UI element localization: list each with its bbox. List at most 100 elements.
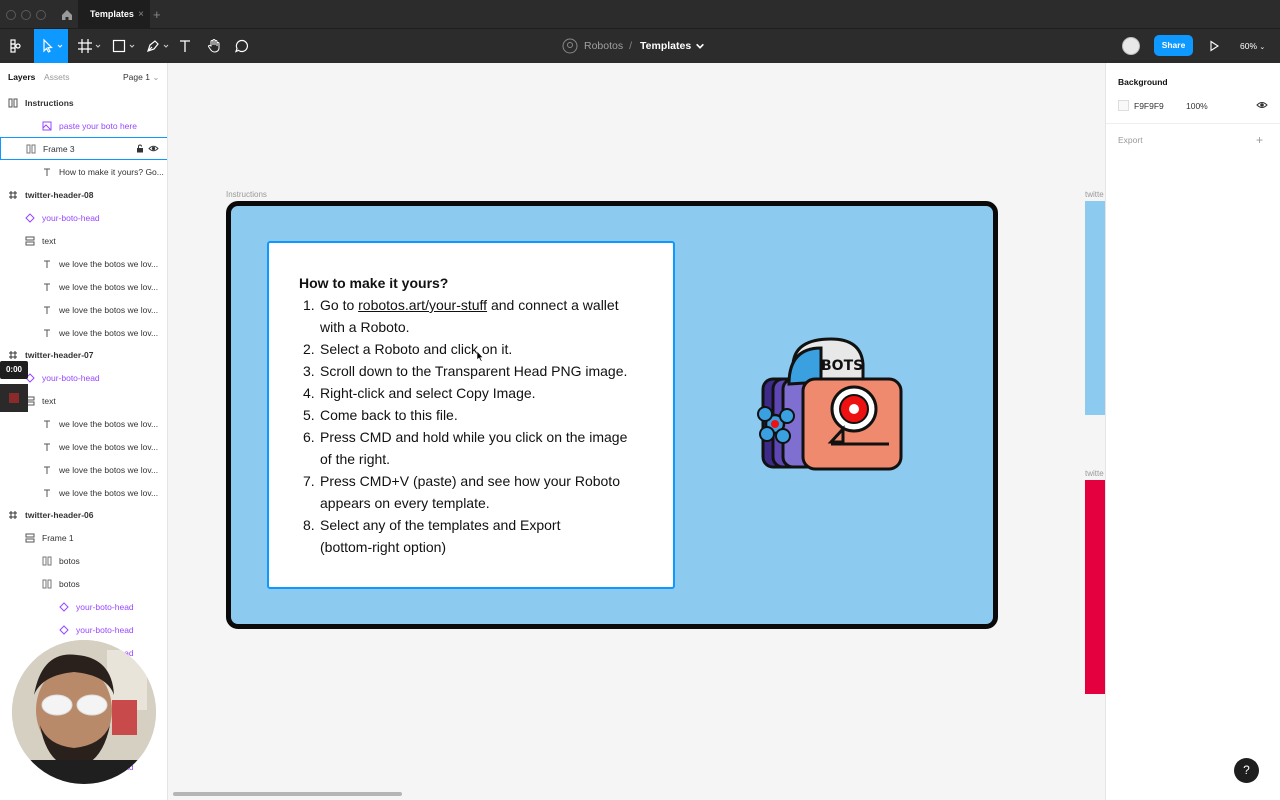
pen-tool-button[interactable] xyxy=(142,29,172,63)
background-color-swatch[interactable] xyxy=(1118,100,1129,111)
layer-label: twitter-header-06 xyxy=(25,509,94,520)
frame-label-twitter[interactable]: twitte xyxy=(1085,190,1104,199)
frame-label-twitter-2[interactable]: twitte xyxy=(1085,469,1104,478)
text-tool-button[interactable] xyxy=(176,29,194,63)
layer-row[interactable]: paste your boto here xyxy=(0,114,167,137)
eye-icon[interactable] xyxy=(148,144,159,153)
instructions-box[interactable]: How to make it yours? 1. Go to robotos.ar… xyxy=(267,241,675,589)
file-name[interactable]: Templates xyxy=(640,40,691,52)
chevron-down-icon xyxy=(95,44,101,48)
layer-row[interactable]: Frame 3 xyxy=(0,137,167,160)
frame-hash-icon xyxy=(9,190,17,199)
step-text: Right-click and select Copy Image. xyxy=(320,385,536,401)
layer-row[interactable]: Frame 1 xyxy=(0,526,167,549)
layer-row[interactable]: your-boto-head xyxy=(0,206,167,229)
chevron-down-icon xyxy=(163,44,169,48)
zoom-dropdown[interactable]: 60% ⌄ xyxy=(1240,29,1265,63)
tab-templates[interactable]: Templates × xyxy=(78,0,150,29)
maximize-window-button[interactable] xyxy=(36,10,46,20)
layer-label: Frame 1 xyxy=(42,532,74,543)
frame-tool-button[interactable] xyxy=(74,29,104,63)
instructions-frame[interactable]: How to make it yours? 1. Go to robotos.ar… xyxy=(226,201,998,629)
record-stop-button[interactable] xyxy=(0,384,28,412)
layer-row[interactable]: we love the botos we lov... xyxy=(0,298,167,321)
eye-icon[interactable] xyxy=(1256,100,1268,110)
chevron-down-icon[interactable] xyxy=(695,41,705,51)
layer-label: text xyxy=(42,395,56,406)
close-window-button[interactable] xyxy=(6,10,16,20)
twitter-header-frame-red[interactable] xyxy=(1085,480,1105,694)
comment-tool-button[interactable] xyxy=(232,29,252,63)
step-number: 5. xyxy=(303,407,315,423)
layer-row[interactable]: your-boto-head xyxy=(0,618,167,641)
layer-row[interactable]: we love the botos we lov... xyxy=(0,481,167,504)
text-icon xyxy=(44,329,50,337)
layer-row[interactable]: botos xyxy=(0,572,167,595)
frame-icon xyxy=(42,556,52,565)
tab-close-icon[interactable]: × xyxy=(138,0,144,29)
layer-row[interactable]: twitter-header-06 xyxy=(0,503,167,526)
presenter-video-image xyxy=(12,640,156,784)
group-icon xyxy=(25,236,35,245)
frame-icon xyxy=(42,579,52,588)
layer-row[interactable]: How to make it yours? Go... xyxy=(0,160,167,183)
step-text-cont: and connect a wallet xyxy=(487,297,619,313)
layer-label: we love the botos we lov... xyxy=(59,464,159,475)
instruction-step: 5. Come back to this file. xyxy=(299,404,643,426)
share-button[interactable]: Share xyxy=(1154,35,1193,56)
layer-row[interactable]: we love the botos we lov... xyxy=(0,412,167,435)
text-icon xyxy=(44,283,50,291)
unlock-icon[interactable] xyxy=(136,144,144,153)
layer-label: botos xyxy=(59,555,80,566)
pen-icon xyxy=(147,40,159,52)
move-tool-button[interactable] xyxy=(34,29,68,63)
recording-timer: 0:00 xyxy=(0,361,28,379)
page-selector[interactable]: Page 1 ⌄ xyxy=(123,72,159,83)
help-button[interactable]: ? xyxy=(1234,758,1259,783)
background-opacity-input[interactable]: 100% xyxy=(1186,101,1208,111)
roboto-head-image[interactable]: BOTS xyxy=(751,334,911,484)
layer-row[interactable]: twitter-header-08 xyxy=(0,183,167,206)
user-avatar[interactable] xyxy=(1122,37,1140,55)
project-name[interactable]: Robotos xyxy=(584,40,623,52)
component-icon xyxy=(59,624,69,635)
chevron-down-icon xyxy=(57,44,63,48)
layer-label: How to make it yours? Go... xyxy=(59,166,164,177)
main-menu-button[interactable] xyxy=(4,29,28,63)
layer-row[interactable]: botos xyxy=(0,549,167,572)
layer-row[interactable]: we love the botos we lov... xyxy=(0,321,167,344)
layer-row[interactable]: we love the botos we lov... xyxy=(0,458,167,481)
component-icon xyxy=(59,601,69,612)
twitter-header-frame-blue[interactable] xyxy=(1085,201,1105,415)
layer-row[interactable]: we love the botos we lov... xyxy=(0,275,167,298)
group-icon xyxy=(25,533,35,542)
robotos-link[interactable]: robotos.art/your-stuff xyxy=(358,297,487,313)
layer-row[interactable]: we love the botos we lov... xyxy=(0,252,167,275)
minimize-window-button[interactable] xyxy=(21,10,31,20)
home-icon[interactable] xyxy=(60,8,74,22)
layer-row[interactable]: we love the botos we lov... xyxy=(0,435,167,458)
layer-label: twitter-header-08 xyxy=(25,189,94,200)
present-play-icon[interactable] xyxy=(1208,40,1220,52)
horizontal-scrollbar[interactable] xyxy=(173,792,402,796)
tab-layers[interactable]: Layers xyxy=(8,72,35,82)
webcam-overlay xyxy=(12,640,156,784)
step-number: 7. xyxy=(303,473,315,489)
layers-panel: Layers Assets Page 1 ⌄ Instructions paste… xyxy=(0,63,168,800)
frame-label-instructions[interactable]: Instructions xyxy=(226,190,267,199)
shape-tool-button[interactable] xyxy=(108,29,138,63)
layer-label: your-boto-head xyxy=(42,372,100,383)
canvas[interactable]: Instructions How to make it yours? 1. Go … xyxy=(168,63,1105,800)
tab-assets[interactable]: Assets xyxy=(44,72,70,82)
new-tab-button[interactable]: + xyxy=(153,0,161,29)
add-export-button[interactable]: + xyxy=(1256,133,1263,147)
background-hex-input[interactable]: F9F9F9 xyxy=(1134,101,1164,111)
layer-label: we love the botos we lov... xyxy=(59,258,159,269)
hand-tool-button[interactable] xyxy=(204,29,224,63)
layer-row[interactable]: Instructions xyxy=(0,91,167,114)
hand-icon xyxy=(208,39,220,53)
panel-divider xyxy=(1106,123,1280,124)
layer-row[interactable]: your-boto-head xyxy=(0,595,167,618)
layer-row[interactable]: text xyxy=(0,229,167,252)
step-text: Come back to this file. xyxy=(320,407,458,423)
